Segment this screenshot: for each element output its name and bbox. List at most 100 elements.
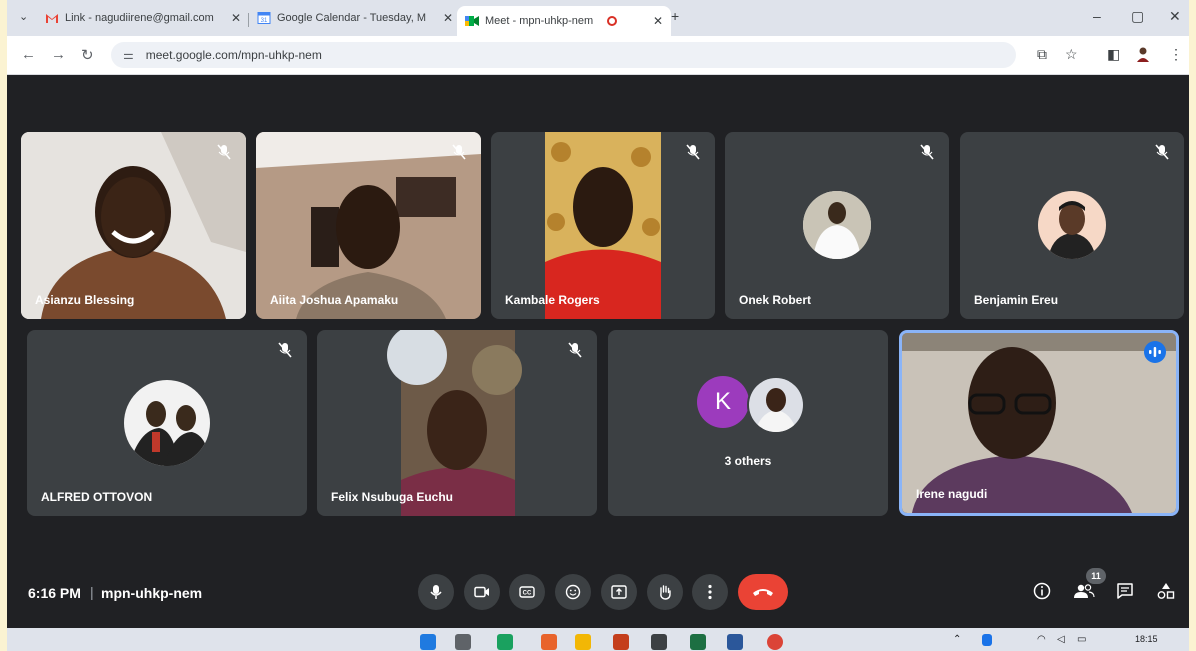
- site-info-icon[interactable]: ⚌: [123, 48, 134, 62]
- tab-label: Meet - mpn-uhkp-nem: [485, 15, 594, 27]
- mic-off-icon: [1155, 144, 1169, 160]
- participant-video: [256, 132, 481, 319]
- participant-name: ALFRED OTTOVON: [41, 490, 153, 504]
- present-icon: [611, 585, 627, 599]
- taskbar-app-icon[interactable]: [497, 634, 513, 650]
- camera-button[interactable]: [464, 574, 500, 610]
- participant-video: [387, 330, 522, 516]
- participant-avatar: [803, 191, 871, 259]
- raise-hand-icon: [660, 585, 671, 600]
- participant-avatar: [124, 380, 210, 466]
- calendar-icon: 31: [257, 12, 271, 24]
- close-tab-icon[interactable]: ✕: [437, 11, 453, 25]
- side-panel-icon[interactable]: ◧: [1107, 46, 1120, 63]
- participant-tile-speaking[interactable]: Irene nagudi: [899, 330, 1179, 516]
- tab-label: Google Calendar - Tuesday, M: [277, 12, 426, 24]
- close-tab-icon[interactable]: ✕: [647, 14, 671, 28]
- others-initial-avatar: K: [697, 376, 749, 428]
- speaking-indicator-icon: [1144, 341, 1166, 363]
- more-options-button[interactable]: [692, 574, 728, 610]
- participant-name: Onek Robert: [739, 293, 812, 307]
- participant-avatar: [1038, 191, 1106, 259]
- tab-search-icon[interactable]: ⌄: [19, 10, 28, 23]
- present-button[interactable]: [601, 574, 637, 610]
- battery-icon[interactable]: ▭: [1077, 634, 1086, 645]
- browser-menu-icon[interactable]: ⋮: [1169, 46, 1183, 63]
- mic-button[interactable]: [418, 574, 454, 610]
- bookmark-star-icon[interactable]: ☆: [1065, 46, 1078, 63]
- participant-name: Felix Nsubuga Euchu: [331, 490, 454, 504]
- raise-hand-button[interactable]: [647, 574, 683, 610]
- participant-tile[interactable]: Aiita Joshua Apamaku: [256, 132, 481, 319]
- volume-icon[interactable]: ◁: [1057, 634, 1065, 645]
- chat-icon: [1117, 583, 1133, 599]
- powerpoint-icon[interactable]: [613, 634, 629, 650]
- minimize-button[interactable]: –: [1093, 8, 1101, 24]
- participant-tile[interactable]: ALFRED OTTOVON: [27, 330, 307, 516]
- profile-avatar[interactable]: [1135, 46, 1151, 65]
- time-code-divider: |: [90, 584, 94, 600]
- svg-text:31: 31: [261, 18, 268, 24]
- forward-icon[interactable]: →: [51, 46, 66, 63]
- cast-icon[interactable]: ⧉: [1037, 46, 1047, 63]
- firefox-icon[interactable]: [541, 634, 557, 650]
- excel-icon[interactable]: [690, 634, 706, 650]
- omnibox[interactable]: ⚌ meet.google.com/mpn-uhkp-nem: [111, 42, 1016, 68]
- participant-video: [902, 333, 1176, 513]
- mic-off-icon: [920, 144, 934, 160]
- participant-name: Kambale Rogers: [505, 293, 600, 307]
- participant-tile[interactable]: Kambale Rogers: [491, 132, 715, 319]
- tab-meet[interactable]: Meet - mpn-uhkp-nem ✕: [457, 6, 671, 36]
- participant-name: Benjamin Ereu: [974, 293, 1059, 307]
- activities-button[interactable]: [1155, 580, 1177, 602]
- captions-button[interactable]: CC: [509, 574, 545, 610]
- tab-gmail[interactable]: Link - nagudiirene@gmail.com ✕: [45, 6, 241, 30]
- wifi-icon[interactable]: ◠: [1037, 634, 1046, 645]
- more-options-icon: [708, 584, 712, 600]
- activities-icon: [1157, 583, 1175, 599]
- leave-call-button[interactable]: [738, 574, 788, 610]
- maximize-button[interactable]: ▢: [1131, 8, 1144, 25]
- tab-calendar[interactable]: 31 Google Calendar - Tuesday, M ✕: [257, 6, 453, 30]
- back-icon[interactable]: ←: [21, 46, 36, 63]
- others-tile[interactable]: K 3 others: [608, 330, 888, 516]
- new-tab-button[interactable]: +: [671, 8, 679, 24]
- participant-tile[interactable]: Asianzu Blessing: [21, 132, 246, 319]
- reload-icon[interactable]: ↻: [81, 46, 94, 64]
- tray-app-icon[interactable]: [982, 634, 992, 646]
- others-label: 3 others: [724, 454, 772, 468]
- taskbar-clock[interactable]: 18:15: [1135, 634, 1158, 644]
- reactions-button[interactable]: [555, 574, 591, 610]
- url-text[interactable]: meet.google.com/mpn-uhkp-nem: [146, 48, 322, 62]
- leave-call-icon: [753, 589, 773, 596]
- mic-off-icon: [217, 144, 231, 160]
- participant-tile[interactable]: Felix Nsubuga Euchu: [317, 330, 597, 516]
- word-icon[interactable]: [727, 634, 743, 650]
- others-photo-avatar: [747, 376, 805, 434]
- file-explorer-icon[interactable]: [575, 634, 591, 650]
- meeting-time: 6:16 PM: [28, 585, 81, 601]
- taskbar-app-icon[interactable]: [651, 634, 667, 650]
- chrome-icon[interactable]: [767, 634, 783, 650]
- tab-strip: ⌄ Link - nagudiirene@gmail.com ✕ 31 Goog…: [7, 0, 1189, 36]
- taskbar-app-icon[interactable]: [455, 634, 471, 650]
- meeting-info-button[interactable]: [1031, 580, 1053, 602]
- close-tab-icon[interactable]: ✕: [225, 11, 241, 25]
- participant-tile[interactable]: Onek Robert: [725, 132, 949, 319]
- participant-name: Aiita Joshua Apamaku: [270, 293, 399, 307]
- close-window-button[interactable]: ✕: [1169, 8, 1181, 25]
- os-taskbar: ⌃ ◠ ◁ ▭ 18:15: [7, 628, 1189, 651]
- meet-icon: [465, 15, 479, 27]
- mic-off-icon: [686, 144, 700, 160]
- gmail-icon: [45, 12, 59, 24]
- mic-icon: [430, 585, 442, 599]
- tray-chevron-icon[interactable]: ⌃: [953, 634, 961, 645]
- mic-off-icon: [452, 144, 466, 160]
- chat-button[interactable]: [1114, 580, 1136, 602]
- info-icon: [1033, 582, 1051, 600]
- people-count-badge: 11: [1086, 568, 1106, 584]
- participant-tile[interactable]: Benjamin Ereu: [960, 132, 1184, 319]
- svg-text:CC: CC: [523, 591, 532, 597]
- windows-start-icon[interactable]: [420, 634, 436, 650]
- captions-icon: CC: [519, 586, 535, 598]
